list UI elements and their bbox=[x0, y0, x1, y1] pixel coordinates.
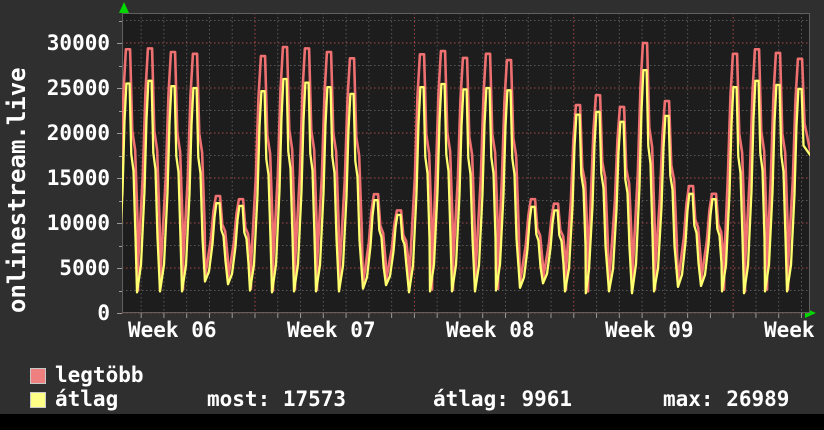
legend-swatch-max bbox=[30, 368, 46, 384]
x-axis-week-label: Week bbox=[764, 318, 815, 342]
x-axis-week-label: Week 08 bbox=[446, 318, 535, 342]
y-axis-arrow-icon bbox=[119, 2, 129, 13]
y-axis-tick-label: 15000 bbox=[46, 166, 110, 190]
stat-atlag: átlag: 9961 bbox=[433, 387, 573, 411]
x-axis-week-label: Week 09 bbox=[605, 318, 694, 342]
y-axis-tick-label: 0 bbox=[97, 301, 110, 325]
y-axis-tick-label: 20000 bbox=[46, 121, 110, 145]
legend-label-max: legtöbb bbox=[55, 363, 144, 387]
y-axis-tick-label: 30000 bbox=[46, 31, 110, 55]
legend-swatch-avg bbox=[30, 392, 46, 408]
y-axis-tick-label: 5000 bbox=[59, 256, 110, 280]
time-series-chart bbox=[122, 13, 810, 318]
bottom-bar bbox=[0, 414, 824, 430]
stat-max: max: 26989 bbox=[663, 387, 790, 411]
legend-label-avg: átlag bbox=[55, 387, 119, 411]
x-axis-week-label: Week 06 bbox=[128, 318, 217, 342]
stat-most: most: 17573 bbox=[207, 387, 347, 411]
y-axis-tick-label: 10000 bbox=[46, 211, 110, 235]
x-axis-week-label: Week 07 bbox=[287, 318, 376, 342]
y-axis-tick-label: 25000 bbox=[46, 76, 110, 100]
munin-graph-page: onlinestream.live 0 5000 10000 15000 20000 25… bbox=[0, 0, 824, 430]
